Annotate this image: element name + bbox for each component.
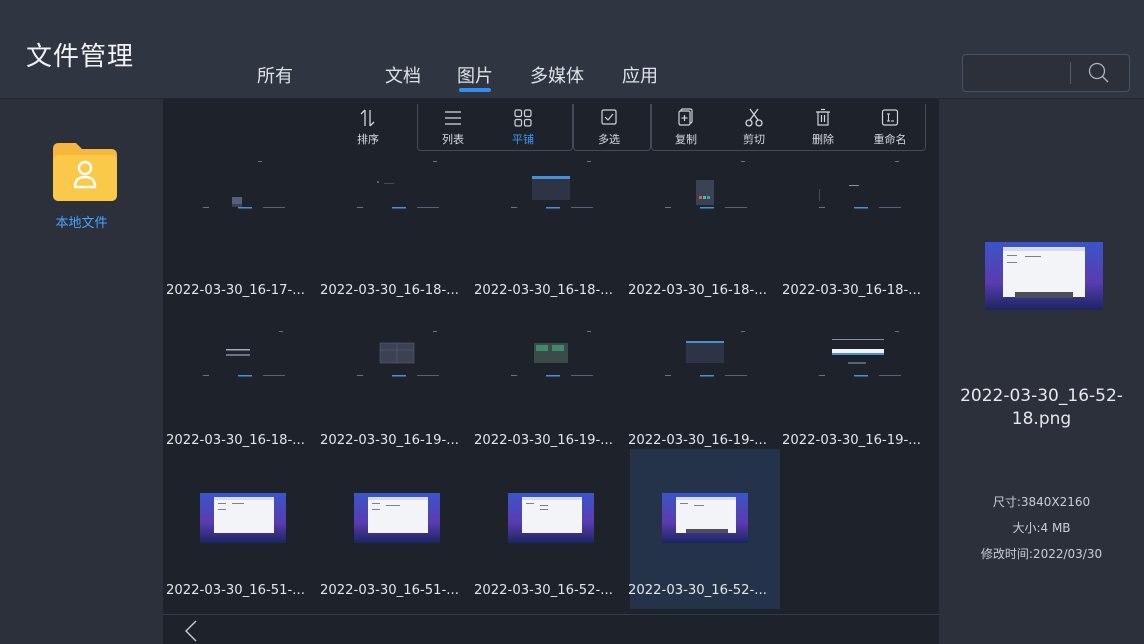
- grid-view-button[interactable]: 平铺: [497, 107, 549, 147]
- sidebar-item-local-files[interactable]: [50, 139, 120, 202]
- copy-label: 复制: [675, 133, 697, 146]
- tab-documents[interactable]: 文档: [385, 62, 421, 88]
- rename-icon: [881, 109, 899, 126]
- file-grid-area: 排序 列表 平铺 多选 复制 剪切 删除 重命名 2022-03-30_16-1…: [163, 99, 939, 644]
- grid-label: 平铺: [512, 133, 534, 146]
- folder-user-icon: [53, 143, 117, 201]
- multi-select-label: 多选: [598, 133, 620, 146]
- file-name: 2022-03-30_16-52-...: [628, 583, 767, 598]
- top-bar: 文件管理 所有 文档 图片 多媒体 应用: [0, 0, 1144, 99]
- image-thumbnail: [511, 331, 593, 377]
- image-thumbnail: [665, 331, 747, 377]
- file-size: 大小:4 MB: [1012, 521, 1071, 535]
- preview-image: [985, 242, 1103, 310]
- scissors-icon: [745, 108, 763, 127]
- image-thumbnail: [203, 161, 285, 209]
- preview-file-name-line2: 18.png: [1011, 409, 1072, 429]
- multi-select-button[interactable]: 多选: [583, 107, 635, 147]
- cut-label: 剪切: [743, 133, 765, 146]
- image-thumbnail: [819, 331, 901, 377]
- file-name: 2022-03-30_16-18-...: [166, 433, 305, 448]
- app-title: 文件管理: [26, 42, 135, 72]
- search-divider: [1070, 62, 1071, 84]
- tab-images[interactable]: 图片: [457, 62, 493, 88]
- tab-apps[interactable]: 应用: [622, 62, 658, 88]
- file-name: 2022-03-30_16-19-...: [628, 433, 767, 448]
- sort-icon: [360, 109, 375, 127]
- modified-time: 修改时间:2022/03/30: [980, 547, 1103, 561]
- file-name: 2022-03-30_16-17-...: [166, 283, 305, 298]
- copy-icon: [678, 108, 693, 126]
- file-name: 2022-03-30_16-19-...: [782, 433, 921, 448]
- checkbox-icon: [601, 109, 617, 125]
- image-dimensions: 尺寸:3840X2160: [992, 495, 1091, 509]
- rename-label: 重命名: [873, 133, 907, 146]
- list-label: 列表: [442, 133, 464, 146]
- image-thumbnail: [357, 161, 439, 209]
- file-name: 2022-03-30_16-19-...: [320, 433, 459, 448]
- sort-button[interactable]: 排序: [342, 107, 394, 147]
- list-icon: [445, 111, 461, 125]
- preview-file-name-line1: 2022-03-30_16-52-: [960, 386, 1123, 406]
- delete-label: 删除: [812, 133, 834, 146]
- tab-all[interactable]: 所有: [257, 62, 293, 88]
- image-thumbnail: [354, 493, 440, 543]
- image-thumbnail: [357, 331, 439, 377]
- sidebar: 本地文件: [0, 99, 163, 644]
- back-arrow-icon[interactable]: [183, 619, 199, 643]
- rename-button[interactable]: 重命名: [864, 107, 916, 147]
- bottom-divider: [163, 614, 939, 615]
- image-thumbnail: [511, 161, 593, 209]
- cut-button[interactable]: 剪切: [728, 107, 780, 147]
- list-view-button[interactable]: 列表: [427, 107, 479, 147]
- file-name: 2022-03-30_16-18-...: [474, 283, 613, 298]
- sidebar-item-label[interactable]: 本地文件: [0, 212, 163, 231]
- file-name: 2022-03-30_16-18-...: [782, 283, 921, 298]
- file-name: 2022-03-30_16-19-...: [474, 433, 613, 448]
- file-name: 2022-03-30_16-18-...: [628, 283, 767, 298]
- preview-panel: 2022-03-30_16-52- 18.png 尺寸:3840X2160 大小…: [939, 99, 1144, 644]
- grid-icon: [514, 109, 532, 127]
- copy-button[interactable]: 复制: [660, 107, 712, 147]
- preview-file-name: 2022-03-30_16-52- 18.png: [939, 385, 1144, 431]
- trash-icon: [816, 108, 830, 126]
- file-name: 2022-03-30_16-18-...: [320, 283, 459, 298]
- image-thumbnail: [508, 493, 594, 543]
- image-thumbnail: [665, 161, 747, 209]
- image-thumbnail: [203, 331, 285, 377]
- file-name: 2022-03-30_16-51-...: [320, 583, 459, 598]
- image-thumbnail: [662, 493, 748, 543]
- tab-multimedia[interactable]: 多媒体: [530, 62, 584, 88]
- image-thumbnail: [819, 161, 901, 209]
- image-thumbnail: [200, 493, 286, 543]
- active-tab-indicator: [459, 88, 491, 92]
- file-name: 2022-03-30_16-52-...: [474, 583, 613, 598]
- sort-label: 排序: [357, 133, 379, 146]
- file-name: 2022-03-30_16-51-...: [166, 583, 305, 598]
- search-icon[interactable]: [1087, 61, 1111, 85]
- search-box[interactable]: [962, 54, 1130, 92]
- delete-button[interactable]: 删除: [797, 107, 849, 147]
